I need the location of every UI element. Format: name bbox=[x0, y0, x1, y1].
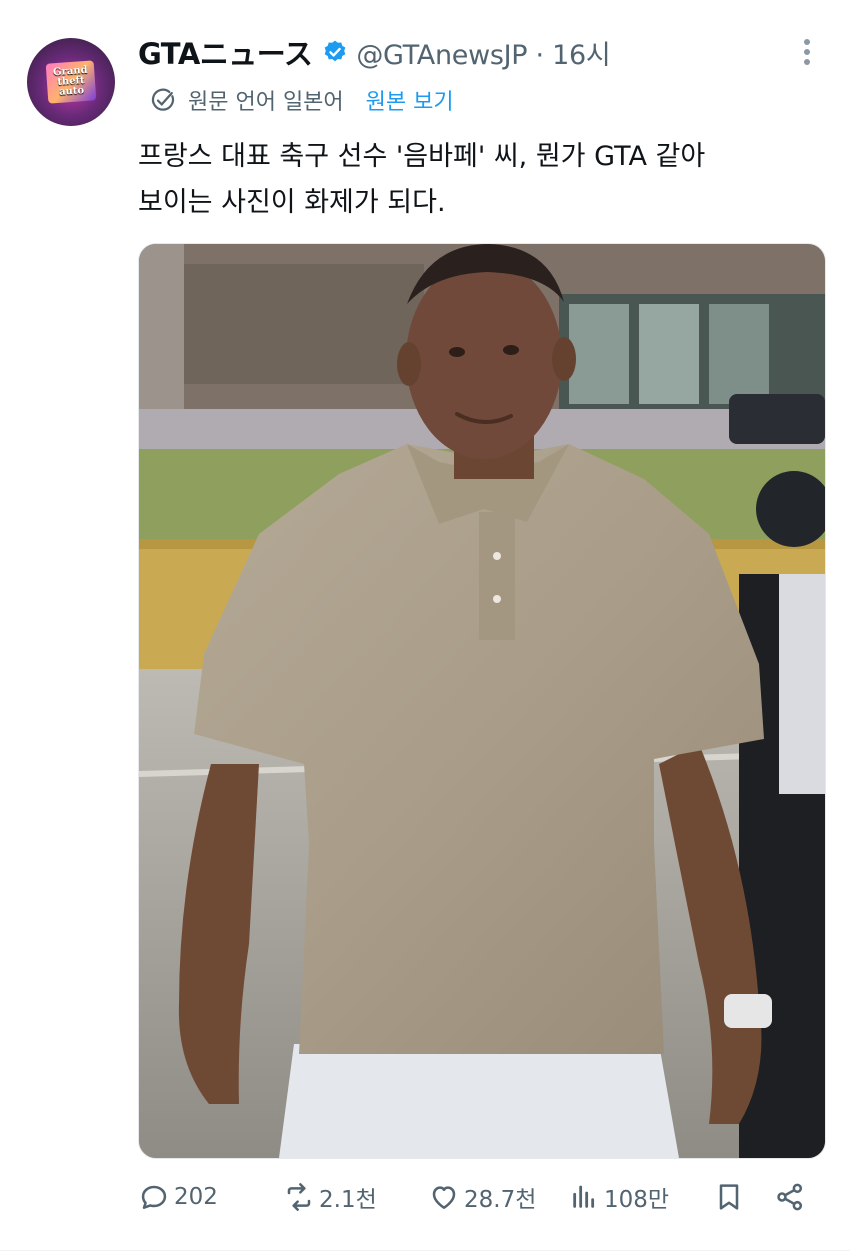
avatar[interactable]: Grand theft auto bbox=[27, 38, 115, 126]
share-button[interactable] bbox=[774, 1175, 810, 1219]
photo-illustration bbox=[139, 244, 825, 1158]
retweet-icon bbox=[287, 1183, 311, 1211]
bookmark-icon bbox=[719, 1184, 739, 1210]
retweet-button[interactable]: 2.1천 bbox=[283, 1175, 377, 1219]
logo-word-3: auto bbox=[58, 85, 85, 98]
verified-badge-icon bbox=[325, 40, 346, 62]
reply-button[interactable]: 202 bbox=[138, 1175, 218, 1219]
tweet-text-line-2: 보이는 사진이 화제가 되다. bbox=[138, 187, 446, 218]
show-original-link[interactable]: 원본 보기 bbox=[366, 84, 454, 116]
tweet-text: 프랑스 대표 축구 선수 '음바페' 씨, 뭔가 GTA 같아 보이는 사진이 … bbox=[138, 134, 818, 226]
views-button[interactable]: 108만 bbox=[568, 1175, 669, 1219]
like-button[interactable]: 28.7천 bbox=[428, 1175, 536, 1219]
translation-bar: 원문 언어 일본어 원본 보기 bbox=[148, 83, 454, 117]
views-icon bbox=[573, 1185, 595, 1208]
gta-logo: Grand theft auto bbox=[45, 60, 97, 104]
retweet-count: 2.1천 bbox=[319, 1187, 377, 1213]
tweet-header: GTAニュース @GTAnewsJP · 16시 bbox=[138, 30, 820, 74]
reply-icon bbox=[141, 1185, 167, 1209]
tweet-photo[interactable] bbox=[138, 243, 826, 1159]
more-icon[interactable] bbox=[797, 36, 817, 72]
action-bar: 202 2.1천 28.7천 108만 bbox=[138, 1175, 818, 1219]
tweet[interactable]: Grand theft auto GTAニュース @GTAnewsJP · 16… bbox=[0, 0, 850, 1251]
translation-label: 원문 언어 일본어 bbox=[188, 90, 344, 115]
reply-count: 202 bbox=[174, 1184, 218, 1210]
handle-time[interactable]: @GTAnewsJP · 16시 bbox=[356, 33, 610, 72]
tweet-text-line-1: 프랑스 대표 축구 선수 '음바페' 씨, 뭔가 GTA 같아 bbox=[138, 141, 706, 172]
share-icon bbox=[777, 1183, 803, 1211]
views-count: 108만 bbox=[604, 1187, 670, 1213]
bookmark-button[interactable] bbox=[713, 1175, 749, 1219]
like-count: 28.7천 bbox=[464, 1187, 537, 1213]
display-name[interactable]: GTAニュース bbox=[138, 31, 313, 73]
like-icon bbox=[432, 1186, 456, 1209]
translate-icon bbox=[151, 88, 175, 111]
